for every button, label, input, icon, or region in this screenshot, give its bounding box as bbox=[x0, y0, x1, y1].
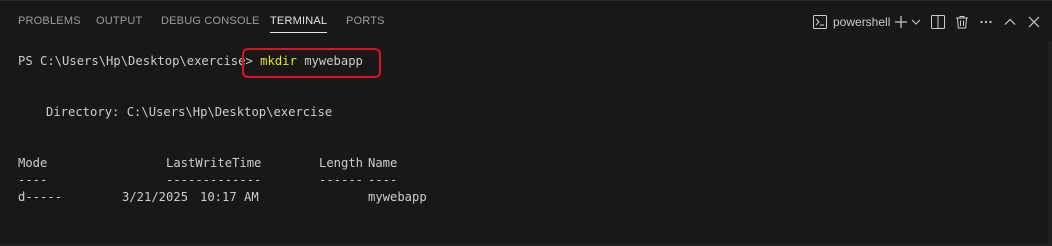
terminal-directory-line: Directory: C:\Users\Hp\Desktop\exercise bbox=[46, 105, 333, 119]
more-icon[interactable] bbox=[978, 13, 994, 31]
terminal-shell-icon[interactable] bbox=[812, 13, 828, 31]
header-mode: Mode bbox=[18, 156, 48, 170]
row-name: mywebapp bbox=[368, 190, 427, 204]
chevron-down-icon[interactable] bbox=[910, 13, 922, 31]
terminal-shell-name[interactable]: powershell bbox=[833, 13, 893, 31]
header-length: Length bbox=[319, 156, 364, 170]
add-icon[interactable] bbox=[893, 13, 909, 31]
command-highlight-annotation bbox=[242, 48, 381, 78]
tab-debug-console[interactable]: DEBUG CONSOLE bbox=[161, 1, 260, 41]
row-mode: d----- bbox=[18, 190, 63, 204]
terminal-output[interactable]: PS C:\Users\Hp\Desktop\exercise> mkdir m… bbox=[0, 41, 1052, 246]
separator-name: ---- bbox=[368, 173, 398, 187]
separator-last-write-time: ------------- bbox=[166, 173, 262, 187]
separator-length: ------ bbox=[319, 173, 364, 187]
terminal-prompt: PS C:\Users\Hp\Desktop\exercise> bbox=[18, 54, 253, 68]
terminal-scrollbar[interactable] bbox=[1048, 41, 1052, 246]
header-name: Name bbox=[368, 156, 398, 170]
close-icon[interactable] bbox=[1026, 13, 1042, 31]
tab-problems[interactable]: PROBLEMS bbox=[18, 1, 81, 41]
header-last-write-time: LastWriteTime bbox=[166, 156, 262, 170]
trash-icon[interactable] bbox=[954, 13, 970, 31]
separator-mode: ---- bbox=[18, 173, 48, 187]
split-icon[interactable] bbox=[930, 13, 946, 31]
panel-tab-bar: PROBLEMS OUTPUT DEBUG CONSOLE TERMINAL P… bbox=[0, 1, 1052, 41]
row-date: 3/21/2025 bbox=[122, 190, 189, 204]
tab-output[interactable]: OUTPUT bbox=[96, 1, 142, 41]
tab-ports[interactable]: PORTS bbox=[346, 1, 385, 41]
maximize-icon[interactable] bbox=[1002, 13, 1018, 31]
tab-terminal[interactable]: TERMINAL bbox=[270, 1, 328, 41]
row-time: 10:17 AM bbox=[200, 190, 259, 204]
